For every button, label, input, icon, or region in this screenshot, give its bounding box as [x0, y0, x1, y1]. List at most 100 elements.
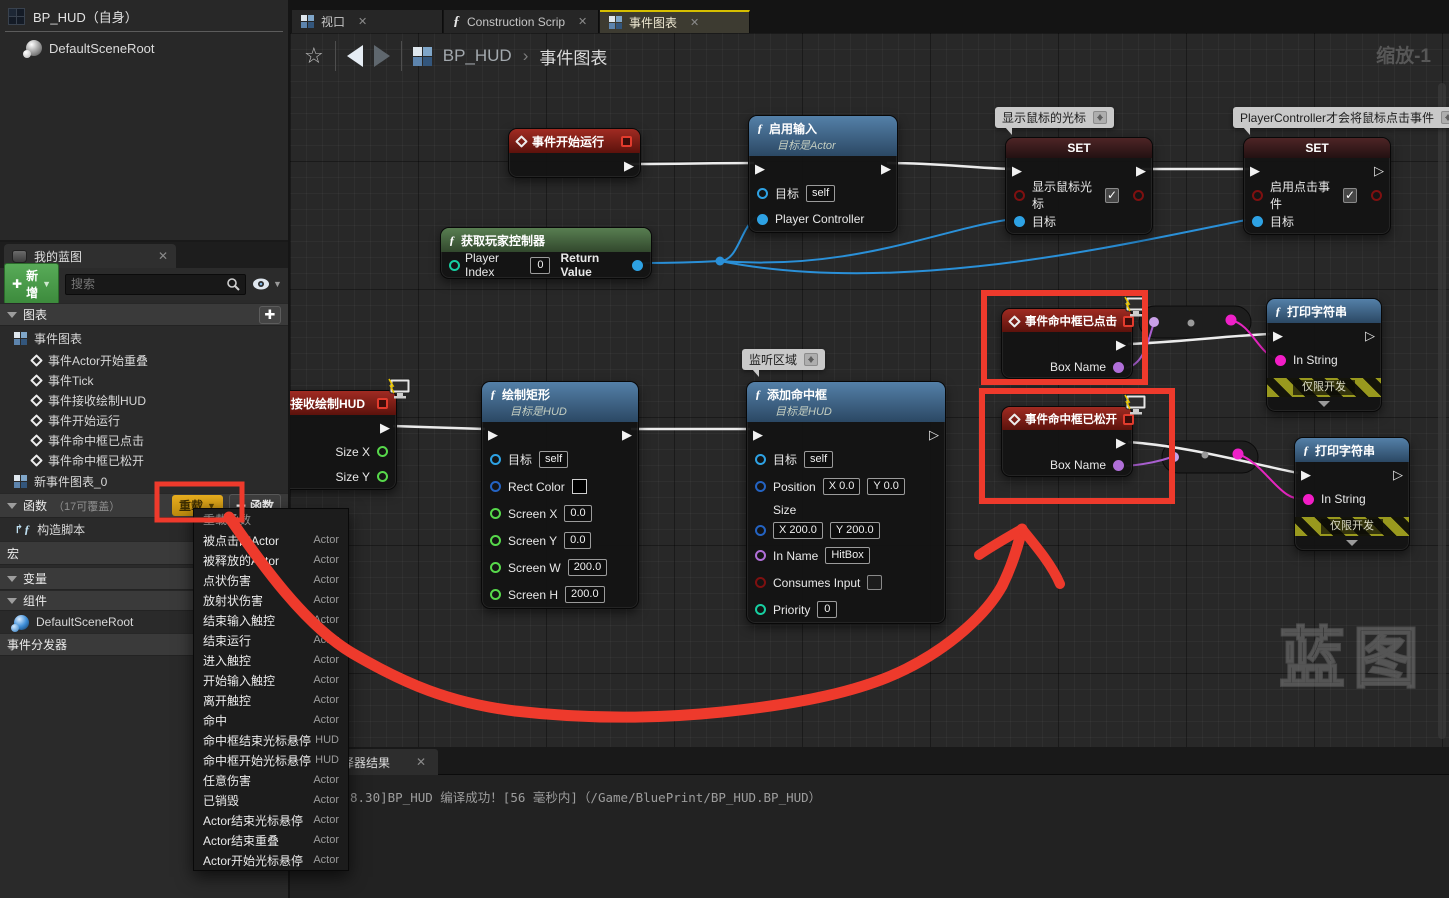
- rect-color-pin[interactable]: [490, 481, 501, 492]
- size-pin[interactable]: [755, 525, 766, 536]
- sidebar-item-event-graph[interactable]: 事件图表: [0, 326, 288, 350]
- target-pin[interactable]: [757, 188, 768, 199]
- add-new-button[interactable]: ✚ 新增 ▼: [4, 263, 59, 305]
- node-comment-bubble[interactable]: PlayerController才会将鼠标点击事件: [1233, 107, 1449, 128]
- node-comment-bubble[interactable]: 监听区域: [742, 349, 825, 370]
- exec-out-pin[interactable]: ▷: [1365, 329, 1375, 342]
- player-index-value[interactable]: 0: [530, 257, 550, 274]
- favorite-star-icon[interactable]: ☆: [304, 43, 324, 69]
- menu-item[interactable]: 离开触控 Actor: [194, 690, 348, 710]
- menu-item[interactable]: 结束输入触控 Actor: [194, 610, 348, 630]
- search-input[interactable]: [71, 277, 226, 291]
- screen-x-value[interactable]: 0.0: [564, 505, 591, 522]
- size-x-value[interactable]: X 200.0: [773, 522, 823, 539]
- return-value-pin[interactable]: [632, 260, 643, 271]
- target-value[interactable]: self: [806, 185, 835, 202]
- in-name-value[interactable]: HitBox: [825, 547, 869, 564]
- comment-pin-icon[interactable]: [804, 353, 818, 366]
- sidebar-event-item[interactable]: 事件接收绘制HUD: [0, 390, 288, 410]
- exec-in-pin[interactable]: ▶: [755, 162, 765, 175]
- menu-item[interactable]: 已销毁 Actor: [194, 790, 348, 810]
- node-set-show-mouse-cursor[interactable]: SET ▶ ▶ 显示鼠标光标 ✓ 目标: [1005, 137, 1153, 235]
- target-pin[interactable]: [490, 454, 501, 465]
- screen-y-value[interactable]: 0.0: [564, 532, 591, 549]
- player-controller-pin[interactable]: [757, 214, 768, 225]
- close-icon[interactable]: ✕: [416, 755, 426, 769]
- position-pin[interactable]: [755, 481, 766, 492]
- sidebar-event-item[interactable]: 事件命中框已松开: [0, 450, 288, 470]
- sidebar-item-new-event-graph[interactable]: 新事件图表_0: [0, 470, 288, 493]
- close-icon[interactable]: ✕: [158, 249, 168, 263]
- event-graph-canvas[interactable]: ☆ BP_HUD › 事件图表 缩放-1 蓝图: [290, 33, 1449, 747]
- checkbox-unchecked[interactable]: ✓: [867, 575, 882, 590]
- screen-x-pin[interactable]: [490, 508, 501, 519]
- checkbox-checked[interactable]: ✓: [1105, 188, 1119, 203]
- player-index-pin[interactable]: [449, 260, 460, 271]
- screen-w-pin[interactable]: [490, 562, 501, 573]
- sidebar-event-item[interactable]: 事件命中框已点击: [0, 430, 288, 450]
- target-pin[interactable]: [755, 454, 766, 465]
- bool-pin[interactable]: [1252, 190, 1263, 201]
- exec-in-pin[interactable]: ▶: [1012, 164, 1022, 177]
- collapse-arrow-icon[interactable]: [1346, 540, 1358, 546]
- exec-in-pin[interactable]: ▶: [1301, 468, 1311, 481]
- sidebar-event-item[interactable]: 事件Actor开始重叠: [0, 350, 288, 370]
- node-event-hit-box-click[interactable]: 事件命中框已点击 ▶ Box Name: [1001, 308, 1133, 379]
- string-pin-dot[interactable]: [1226, 315, 1237, 326]
- exec-out-pin[interactable]: ▶: [1116, 338, 1126, 351]
- exec-out-pin[interactable]: ▶: [1136, 164, 1146, 177]
- exec-in-pin[interactable]: ▶: [1273, 329, 1283, 342]
- exec-out-pin[interactable]: ▶: [380, 421, 390, 434]
- priority-pin[interactable]: [755, 604, 766, 615]
- bool-out-pin[interactable]: [1371, 190, 1382, 201]
- search-box[interactable]: [65, 274, 246, 295]
- color-swatch[interactable]: [572, 479, 587, 494]
- size-x-pin[interactable]: [377, 446, 388, 457]
- exec-out-pin[interactable]: ▷: [1374, 164, 1384, 177]
- node-enable-input[interactable]: ƒ 启用输入 目标是Actor ▶ ▶ 目标 self Player Contr…: [748, 115, 898, 233]
- component-row-defaultsceneroot[interactable]: DefaultSceneRoot: [0, 32, 288, 56]
- add-graph-button[interactable]: ✚: [259, 306, 281, 324]
- menu-item[interactable]: 命中框开始光标悬停 HUD: [194, 750, 348, 770]
- sidebar-event-item[interactable]: 事件开始运行: [0, 410, 288, 430]
- box-name-pin[interactable]: [1113, 460, 1124, 471]
- in-string-pin[interactable]: [1303, 494, 1314, 505]
- node-print-string-2[interactable]: ƒ 打印字符串 ▶ ▷ In String 仅限开发: [1294, 437, 1410, 551]
- target-pin[interactable]: [1252, 216, 1263, 227]
- menu-item[interactable]: 结束运行 Actor: [194, 630, 348, 650]
- box-name-pin[interactable]: [1113, 362, 1124, 373]
- breadcrumb-root[interactable]: BP_HUD: [443, 46, 512, 66]
- string-pin-dot[interactable]: [1233, 449, 1244, 460]
- forward-arrow-icon[interactable]: [374, 45, 390, 67]
- tab-construction-script[interactable]: ƒ Construction Scrip ✕: [444, 10, 599, 33]
- target-value[interactable]: self: [804, 451, 833, 468]
- menu-item[interactable]: Actor开始光标悬停 Actor: [194, 850, 348, 870]
- node-event-receive-draw-hud[interactable]: 事件接收绘制HUD ▶ Size X Size Y: [290, 390, 397, 490]
- exec-in-pin[interactable]: ▶: [1250, 164, 1260, 177]
- menu-item[interactable]: 任意伤害 Actor: [194, 770, 348, 790]
- menu-item[interactable]: 放射状伤害 Actor: [194, 590, 348, 610]
- exec-in-pin[interactable]: ▶: [488, 428, 498, 441]
- node-set-enable-click-events[interactable]: SET ▶ ▷ 启用点击事件 ✓ 目标: [1243, 137, 1391, 235]
- node-print-string-1[interactable]: ƒ 打印字符串 ▶ ▷ In String 仅限开发: [1266, 298, 1382, 412]
- menu-item[interactable]: Actor结束重叠 Actor: [194, 830, 348, 850]
- menu-item[interactable]: 点状伤害 Actor: [194, 570, 348, 590]
- screen-w-value[interactable]: 200.0: [568, 559, 608, 576]
- exec-out-pin[interactable]: ▷: [929, 428, 939, 441]
- target-value[interactable]: self: [539, 451, 568, 468]
- visibility-filter[interactable]: ▼: [252, 278, 286, 290]
- in-name-pin[interactable]: [755, 550, 766, 561]
- size-y-pin[interactable]: [377, 471, 388, 482]
- menu-item[interactable]: 被点击的Actor Actor: [194, 530, 348, 550]
- collapse-arrow-icon[interactable]: [1318, 401, 1330, 407]
- bool-out-pin[interactable]: [1133, 190, 1144, 201]
- exec-in-pin[interactable]: ▶: [753, 428, 763, 441]
- menu-item[interactable]: 进入触控 Actor: [194, 650, 348, 670]
- target-pin[interactable]: [1014, 216, 1025, 227]
- back-arrow-icon[interactable]: [347, 45, 363, 67]
- section-graphs[interactable]: 图表 ✚: [0, 303, 288, 326]
- menu-item[interactable]: 开始输入触控 Actor: [194, 670, 348, 690]
- node-event-begin-play[interactable]: 事件开始运行 ▶: [508, 128, 641, 178]
- node-comment-bubble[interactable]: 显示鼠标的光标: [995, 107, 1114, 128]
- node-add-hit-box[interactable]: ƒ 添加命中框 目标是HUD ▶ ▷ 目标 self Position X 0.…: [746, 381, 946, 624]
